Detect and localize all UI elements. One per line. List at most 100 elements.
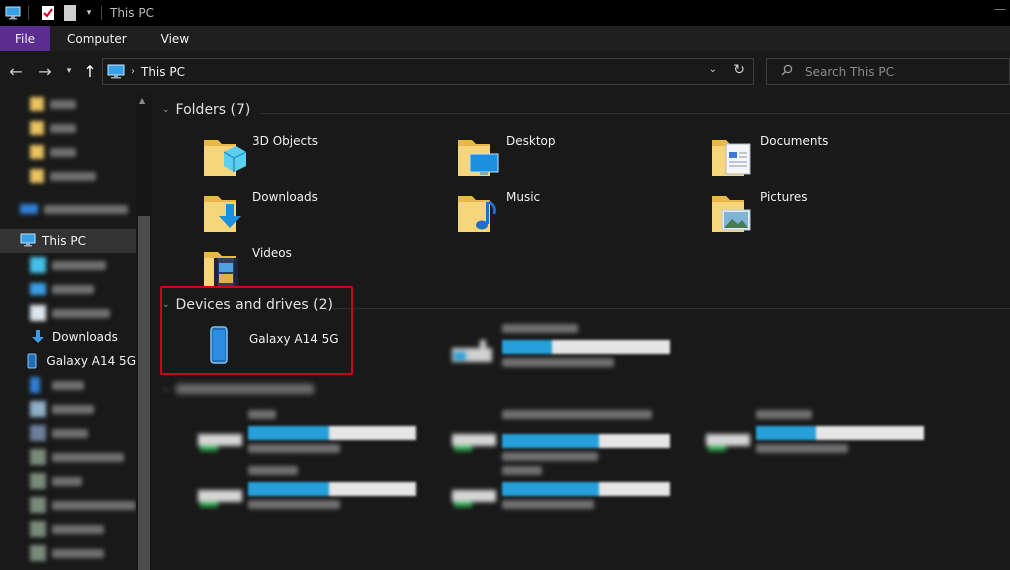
drive-usage-fill	[502, 482, 600, 496]
refresh-icon[interactable]: ↻	[733, 62, 745, 78]
drive-usage-bar	[502, 434, 670, 448]
drive-tile-redacted[interactable]	[450, 320, 680, 380]
sidebar-item-redacted[interactable]	[0, 164, 136, 188]
pictures-folder-icon	[710, 190, 756, 236]
sidebar-item-redacted[interactable]	[0, 397, 136, 421]
sidebar-item-redacted[interactable]	[0, 469, 136, 493]
toolbar-separator	[28, 6, 29, 20]
redacted-label	[52, 548, 104, 558]
breadcrumb-this-pc[interactable]: This PC	[141, 65, 185, 79]
folder-label-3d-objects: 3D Objects	[252, 134, 319, 148]
redacted-label	[52, 452, 124, 462]
network-drive-tile[interactable]	[196, 406, 426, 466]
sidebar-item-redacted[interactable]	[0, 277, 136, 301]
drive-icon	[30, 449, 46, 465]
tab-computer[interactable]: Computer	[50, 26, 144, 51]
sidebar-item-redacted[interactable]	[0, 301, 136, 325]
breadcrumb-separator[interactable]: ›	[131, 66, 135, 77]
folder-icon	[30, 121, 44, 135]
navigation-bar: ← → ▾ ↑ › This PC ⌄ ↻	[0, 51, 1010, 92]
3d-objects-icon	[30, 257, 46, 273]
sidebar-item-redacted[interactable]	[0, 421, 136, 445]
back-arrow-icon[interactable]: ←	[6, 61, 26, 81]
sidebar-item-redacted[interactable]	[0, 541, 136, 565]
sidebar-item-redacted[interactable]	[0, 445, 136, 469]
up-arrow-icon[interactable]: ↑	[80, 61, 100, 81]
music-icon	[30, 377, 40, 393]
folder-label-downloads: Downloads	[252, 190, 318, 204]
properties-icon[interactable]	[39, 5, 57, 21]
forward-arrow-icon[interactable]: →	[35, 61, 55, 81]
chevron-down-icon[interactable]: ▾	[59, 61, 79, 81]
sidebar-item-this-pc[interactable]: This PC	[0, 229, 136, 253]
chevron-down-icon[interactable]: ⌄	[162, 384, 170, 394]
folders-group-header[interactable]: ⌄ Folders (7)	[162, 102, 250, 118]
desktop-icon	[30, 283, 46, 295]
drive-usage-bar	[248, 426, 416, 440]
folder-tile-documents[interactable]: Documents	[710, 134, 828, 180]
folders-group-label: Folders (7)	[175, 102, 251, 118]
sidebar-item-redacted[interactable]	[0, 253, 136, 277]
network-drive-tile[interactable]	[450, 462, 680, 522]
navigation-pane: This PC Downloads Galaxy A14 5G ▲	[0, 92, 152, 570]
sidebar-item-redacted[interactable]	[0, 116, 136, 140]
downloads-folder-icon	[202, 190, 248, 236]
title-separator	[101, 6, 102, 20]
drive-usage-fill	[248, 482, 329, 496]
address-bar[interactable]: › This PC ⌄ ↻	[102, 58, 754, 85]
redacted-drive-free	[502, 452, 598, 461]
search-box[interactable]	[766, 58, 1010, 85]
drive-usage-bar	[248, 482, 416, 496]
new-folder-icon[interactable]	[61, 5, 79, 21]
folder-tile-desktop[interactable]: Desktop	[456, 134, 556, 180]
drive-icon	[450, 338, 500, 368]
network-drive-icon	[704, 424, 754, 454]
folder-label-music: Music	[506, 190, 541, 204]
tab-view[interactable]: View	[144, 26, 206, 51]
minimize-button[interactable]: —	[994, 2, 1006, 16]
search-input[interactable]	[805, 64, 985, 79]
sidebar-item-onedrive[interactable]	[0, 197, 136, 221]
documents-folder-icon	[710, 134, 756, 180]
sidebar-scrollbar-thumb[interactable]	[138, 216, 150, 570]
cloud-icon	[20, 204, 38, 214]
redacted-drive-free	[248, 444, 340, 453]
drive-icon	[30, 497, 46, 513]
scroll-up-arrow-icon[interactable]: ▲	[139, 96, 145, 105]
sidebar-item-redacted[interactable]	[0, 517, 136, 541]
chevron-down-icon[interactable]: ⌄	[162, 105, 170, 115]
videos-icon	[30, 425, 46, 441]
folder-tile-music[interactable]: Music	[456, 190, 540, 236]
network-drive-tile[interactable]	[450, 406, 680, 466]
sidebar-item-galaxy[interactable]: Galaxy A14 5G	[0, 349, 136, 373]
network-drive-icon	[450, 480, 500, 510]
address-history-dropdown[interactable]: ⌄	[709, 64, 717, 75]
title-bar: ▾ This PC —	[0, 0, 1010, 26]
redacted-drive-name	[502, 466, 542, 475]
tab-file[interactable]: File	[0, 26, 50, 51]
customize-arrow-icon[interactable]: ▾	[83, 5, 95, 21]
sidebar-item-redacted[interactable]	[0, 140, 136, 164]
folder-tile-3d-objects[interactable]: 3D Objects	[202, 134, 318, 180]
drive-usage-fill	[502, 340, 553, 354]
redacted-drive-name	[502, 410, 652, 419]
sidebar-item-redacted[interactable]	[0, 493, 136, 517]
pictures-icon	[30, 401, 46, 417]
redacted-drive-name	[248, 466, 298, 475]
sidebar-item-downloads[interactable]: Downloads	[0, 325, 136, 349]
network-group-header[interactable]: ⌄	[162, 384, 314, 394]
network-drive-tile[interactable]	[704, 406, 934, 466]
redacted-group-label	[175, 384, 314, 394]
folder-tile-downloads[interactable]: Downloads	[202, 190, 318, 236]
redacted-label	[50, 171, 96, 181]
drive-usage-bar	[502, 340, 670, 354]
folder-tile-pictures[interactable]: Pictures	[710, 190, 808, 236]
folder-label-pictures: Pictures	[760, 190, 808, 204]
drive-usage-fill	[756, 426, 817, 440]
sidebar-item-redacted[interactable]	[0, 373, 136, 397]
network-drive-tile[interactable]	[196, 462, 426, 522]
redacted-label	[50, 147, 76, 157]
redacted-label	[50, 99, 76, 109]
redacted-label	[52, 428, 88, 438]
sidebar-item-redacted[interactable]	[0, 92, 136, 116]
